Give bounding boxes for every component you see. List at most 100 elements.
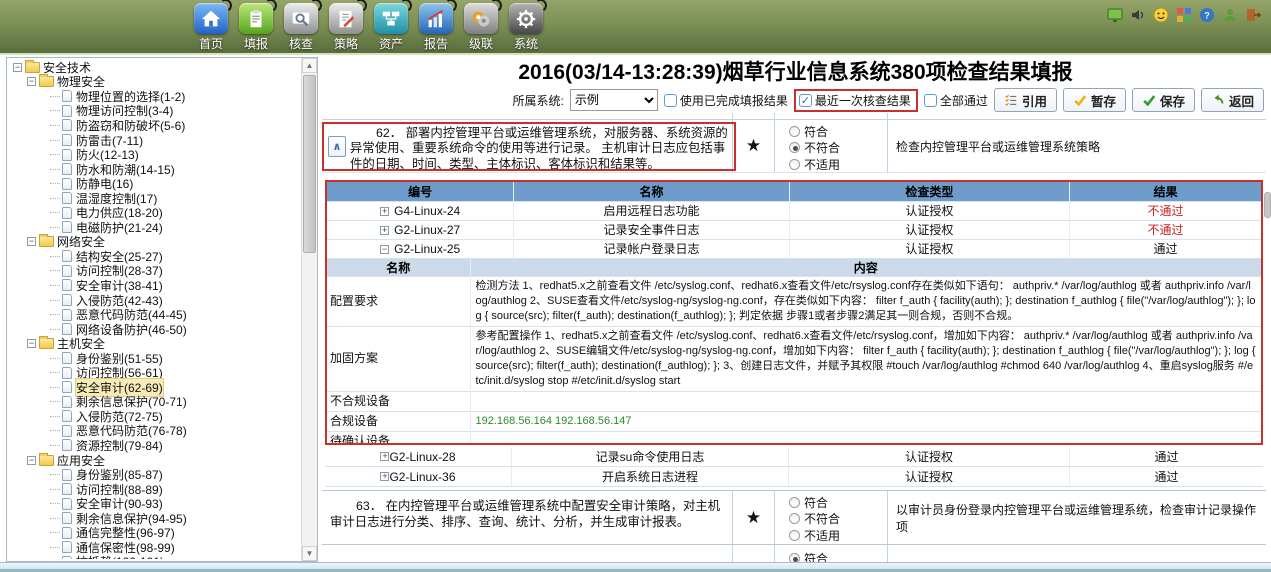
tree-guide — [50, 314, 60, 315]
check-result: 通过 — [1070, 239, 1262, 258]
scrollbar-thumb[interactable] — [303, 75, 316, 253]
expand-icon[interactable]: + — [380, 207, 389, 216]
expand-icon[interactable]: + — [380, 226, 389, 235]
expand-icon[interactable]: − — [380, 245, 389, 254]
expand-icon[interactable]: + — [380, 472, 389, 481]
check-name: 记录帐户登录日志 — [514, 239, 790, 258]
return-button[interactable]: 返回 — [1201, 88, 1264, 112]
scroll-up-icon[interactable]: ▲ — [302, 58, 317, 73]
checkbox-icon[interactable] — [924, 94, 937, 107]
folder-icon — [25, 62, 40, 73]
help-icon[interactable]: ? — [1199, 7, 1215, 23]
checkbox-unchecked[interactable]: 全部通过 — [924, 92, 988, 109]
save-button[interactable]: 保存 — [1132, 88, 1195, 112]
radio-icon[interactable] — [789, 142, 800, 153]
checkbox-label: 最近一次核查结果 — [815, 92, 911, 109]
collapse-icon[interactable]: − — [27, 237, 36, 246]
radio-icon[interactable] — [789, 530, 800, 541]
radio-icon[interactable] — [789, 126, 800, 137]
radio-option[interactable]: 不适用 — [789, 527, 887, 544]
expand-icon[interactable]: + — [380, 452, 389, 461]
results-table: 编号名称检查类型结果 +G4-Linux-24 启用远程日志功能 认证授权 不通… — [327, 182, 1261, 445]
tree-item[interactable]: 电磁防护(21-24) — [10, 220, 300, 235]
collapse-chevron-button[interactable]: ∧ — [328, 136, 346, 157]
radio-option[interactable]: 不符合 — [789, 140, 887, 157]
radio-option[interactable]: 不适用 — [789, 156, 887, 173]
tree-item[interactable]: 防雷击(7-11) — [10, 133, 300, 148]
checkbox-icon[interactable] — [799, 94, 812, 107]
system-select[interactable]: 示例 — [570, 89, 658, 111]
button-group: 引用暂存保存 返回 — [994, 88, 1264, 112]
sidebar-scrollbar[interactable]: ▲ ▼ — [301, 58, 317, 561]
top-toolbar: 首页 填报 核查 策略 资产 报告 级联 系统 ? — [0, 0, 1271, 55]
document-icon — [62, 119, 72, 131]
radio-icon[interactable] — [789, 513, 800, 524]
tree-item[interactable]: 防盗窃和防破坏(5-6) — [10, 118, 300, 133]
toolbar-item-chart[interactable]: 报告 — [417, 3, 455, 52]
toolbar-item-assets[interactable]: 资产 — [372, 3, 410, 52]
radio-option[interactable]: 不符合 — [789, 511, 887, 528]
toolbar-item-inspect[interactable]: 核查 — [282, 3, 320, 52]
temp-save-button[interactable]: 暂存 — [1063, 88, 1126, 112]
tree-item[interactable]: 抗抵赖(100-101) — [10, 555, 300, 559]
fill-icon[interactable] — [239, 3, 273, 34]
table-row[interactable]: +G2-Linux-36 开启系统日志进程 认证授权 通过 — [325, 467, 1263, 487]
toolbar-item-cascade[interactable]: 级联 — [462, 3, 500, 52]
collapse-icon[interactable]: − — [27, 77, 36, 86]
table-row[interactable]: +G2-Linux-28 记录su命令使用日志 认证授权 通过 — [325, 447, 1263, 467]
main-content: 2016(03/14-13:28:39)烟草行业信息系统380项检查结果填报 所… — [320, 55, 1271, 562]
toolbar-item-fill[interactable]: 填报 — [237, 3, 275, 52]
radio-icon[interactable] — [789, 553, 800, 562]
radio-option[interactable]: 符合 — [789, 123, 887, 140]
tree-item[interactable]: 防水和防潮(14-15) — [10, 162, 300, 177]
checkbox-checked[interactable]: 最近一次核查结果 — [794, 89, 918, 112]
logout-icon[interactable] — [1245, 7, 1261, 23]
question-63-row: 63． 在内控管理平台或运维管理系统中配置安全审计策略，对主机审计日志进行分类、… — [322, 490, 1266, 545]
radio-icon[interactable] — [789, 159, 800, 170]
tree-guide — [50, 212, 60, 213]
table-row[interactable]: +G4-Linux-24 启用远程日志功能 认证授权 不通过 — [327, 201, 1261, 220]
window-bottom-border — [0, 562, 1271, 572]
main-scrollbar-thumb[interactable] — [1264, 192, 1271, 218]
cascade-icon[interactable] — [464, 3, 498, 34]
toolbar-item-system[interactable]: 系统 — [507, 3, 545, 52]
inspect-icon[interactable] — [284, 3, 318, 34]
question-63-check-desc: 以审计员身份登录内控管理平台或运维管理系统，检查审计记录操作项 — [888, 491, 1266, 544]
tree-item[interactable]: 资源控制(79-84) — [10, 438, 300, 453]
toolbar-item-policy[interactable]: 策略 — [327, 3, 365, 52]
radio-option[interactable]: 符合 — [789, 550, 887, 562]
home-icon[interactable] — [194, 3, 228, 34]
collapse-icon[interactable]: − — [27, 339, 36, 348]
assets-icon[interactable] — [374, 3, 408, 34]
checkbox-unchecked[interactable]: 使用已完成填报结果 — [664, 92, 788, 109]
scroll-down-icon[interactable]: ▼ — [302, 546, 317, 561]
grid-icon[interactable] — [1176, 7, 1192, 23]
toolbar-item-home[interactable]: 首页 — [192, 3, 230, 52]
radio-option[interactable]: 符合 — [789, 494, 887, 511]
radio-icon[interactable] — [789, 497, 800, 508]
policy-icon[interactable] — [329, 3, 363, 34]
detail-header-row: 名称内容 — [327, 259, 1261, 277]
collapse-icon[interactable]: − — [27, 456, 36, 465]
system-icon[interactable] — [509, 3, 543, 34]
tree-guide — [50, 125, 60, 126]
tree-guide — [50, 110, 60, 111]
table-row[interactable]: +G2-Linux-27 记录安全事件日志 认证授权 不通过 — [327, 220, 1261, 239]
cite-button[interactable]: 引用 — [994, 88, 1057, 112]
device-id: G2-Linux-25 — [394, 242, 460, 256]
table-row[interactable]: −G2-Linux-25 记录帐户登录日志 认证授权 通过 — [327, 239, 1261, 258]
controls-bar: 所属系统: 示例 使用已完成填报结果 最近一次核查结果 全部通过 引用暂存保存返… — [513, 88, 1264, 112]
user-icon[interactable] — [1222, 7, 1238, 23]
question-62-text: 62． 部署内控管理平台或运维管理系统，对服务器、系统资源的异常使用、重要系统命… — [350, 126, 730, 172]
speaker-icon[interactable] — [1130, 7, 1146, 23]
screen-icon[interactable] — [1107, 7, 1123, 23]
face-icon[interactable] — [1153, 7, 1169, 23]
button-label: 返回 — [1229, 91, 1254, 110]
checkbox-icon[interactable] — [664, 94, 677, 107]
tree-item[interactable]: 网络设备防护(46-50) — [10, 322, 300, 337]
checkbox-group: 使用已完成填报结果 最近一次核查结果 全部通过 — [664, 89, 988, 112]
tree-item[interactable]: −安全技术 — [10, 60, 300, 75]
chart-icon[interactable] — [419, 3, 453, 34]
collapse-icon[interactable]: − — [13, 63, 22, 72]
document-icon — [62, 469, 72, 481]
